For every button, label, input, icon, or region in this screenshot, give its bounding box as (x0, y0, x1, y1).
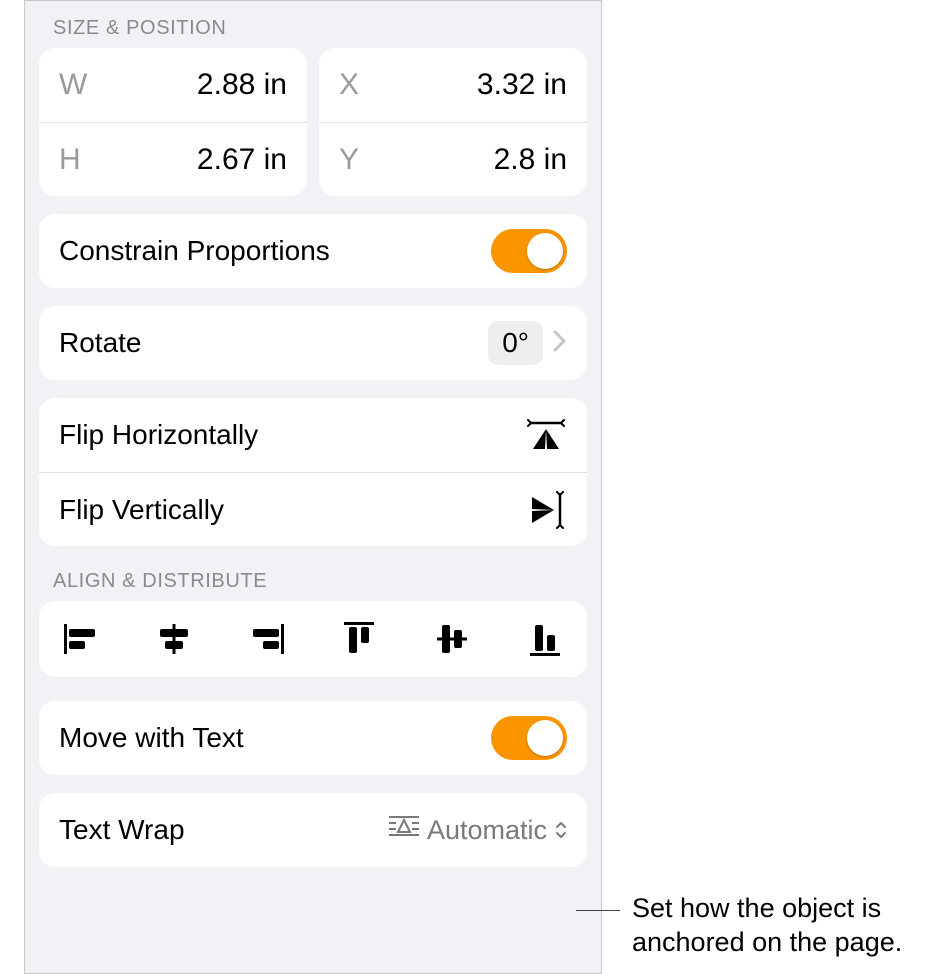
x-value: 3.32 in (379, 68, 567, 102)
move-with-text-toggle[interactable] (491, 716, 567, 760)
align-distribute-header: Align & Distribute (39, 564, 587, 601)
height-row[interactable]: H 2.67 in (39, 122, 307, 196)
chevron-right-icon (553, 328, 567, 358)
rotate-value: 0° (488, 321, 543, 365)
align-bottom-button[interactable] (525, 619, 565, 659)
flip-vertical-icon (525, 491, 567, 529)
arrange-panel: Size & Position W 2.88 in H 2.67 in X 3.… (24, 0, 602, 974)
width-value: 2.88 in (99, 68, 287, 102)
height-value: 2.67 in (99, 143, 287, 177)
flip-vertical-row[interactable]: Flip Vertically (39, 472, 587, 546)
y-row[interactable]: Y 2.8 in (319, 122, 587, 196)
align-distribute-row (39, 601, 587, 677)
constrain-label: Constrain Proportions (59, 235, 330, 267)
flip-horizontal-label: Flip Horizontally (59, 419, 258, 451)
align-left-button[interactable] (61, 619, 101, 659)
y-value: 2.8 in (379, 143, 567, 177)
width-row[interactable]: W 2.88 in (39, 48, 307, 122)
text-wrap-value: Automatic (427, 815, 547, 846)
flip-vertical-label: Flip Vertically (59, 494, 224, 526)
height-label: H (59, 143, 99, 177)
align-center-v-button[interactable] (432, 619, 472, 659)
callout-leader-line (576, 910, 620, 911)
rotate-label: Rotate (59, 327, 142, 359)
align-right-button[interactable] (247, 619, 287, 659)
text-wrap-label: Text Wrap (59, 814, 185, 846)
align-center-h-button[interactable] (154, 619, 194, 659)
constrain-proportions-row: Constrain Proportions (39, 214, 587, 288)
size-position-group: W 2.88 in H 2.67 in X 3.32 in Y 2.8 in (39, 48, 587, 196)
x-row[interactable]: X 3.32 in (319, 48, 587, 122)
size-position-header: Size & Position (39, 11, 587, 48)
y-label: Y (339, 143, 379, 177)
rotate-row[interactable]: Rotate 0° (39, 306, 587, 380)
x-label: X (339, 68, 379, 102)
dropdown-arrows-icon (555, 820, 567, 840)
text-wrap-row[interactable]: Text Wrap Automatic (39, 793, 587, 867)
text-wrap-icon (389, 814, 419, 847)
width-label: W (59, 68, 99, 102)
move-with-text-row: Move with Text (39, 701, 587, 775)
constrain-toggle[interactable] (491, 229, 567, 273)
callout-text: Set how the object is anchored on the pa… (632, 892, 932, 960)
move-with-text-label: Move with Text (59, 722, 244, 754)
flip-horizontal-row[interactable]: Flip Horizontally (39, 398, 587, 472)
flip-horizontal-icon (525, 419, 567, 451)
align-top-button[interactable] (339, 619, 379, 659)
